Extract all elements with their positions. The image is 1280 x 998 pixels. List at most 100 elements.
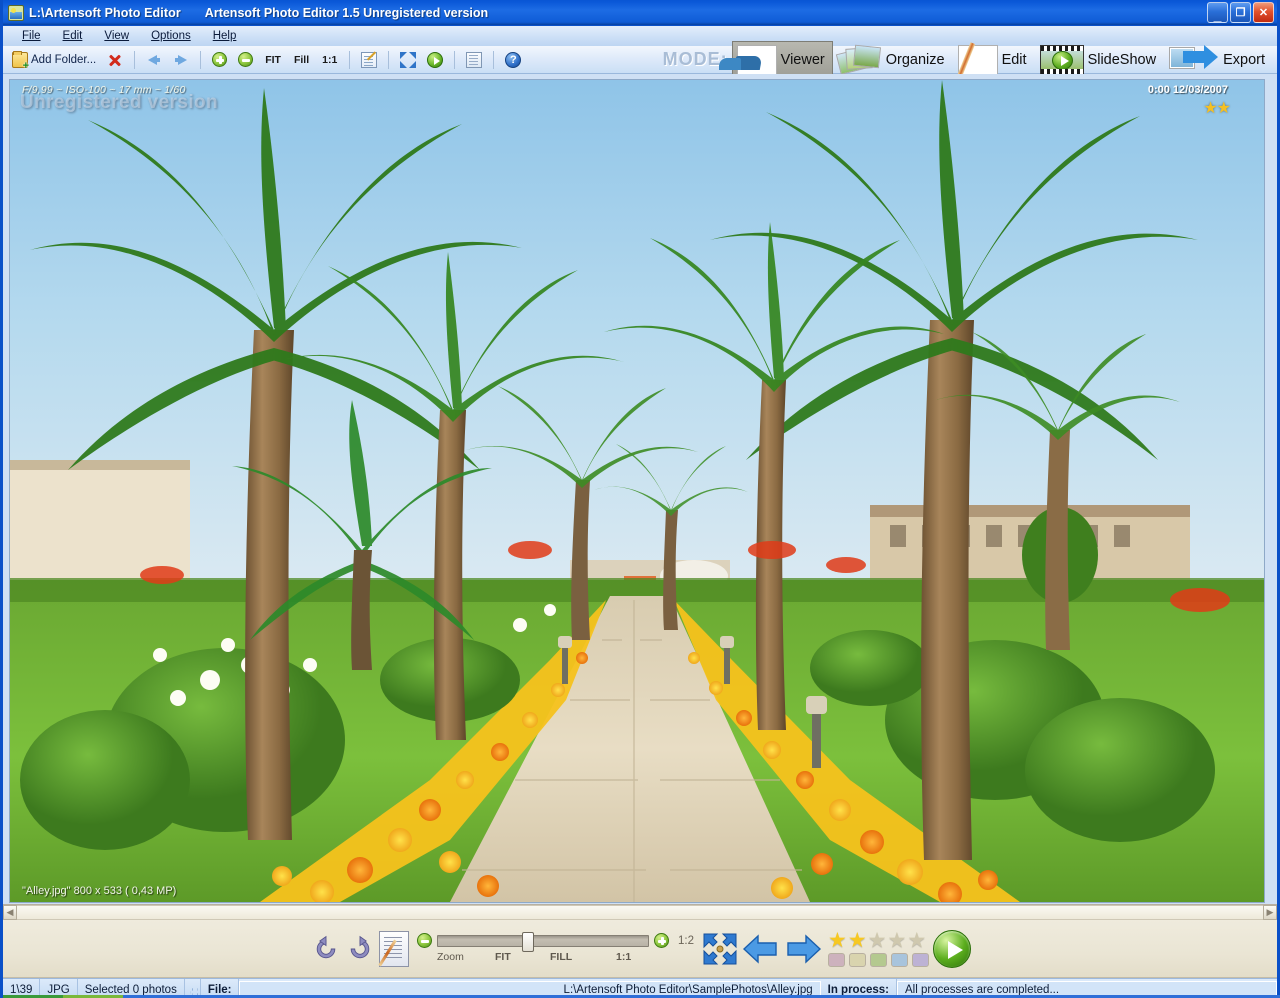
edit-document-button[interactable] (377, 929, 411, 969)
viewer-area: F/9,99 ~ ISO-100 ~ 17 mm ~ 1/60 Unregist… (3, 74, 1277, 904)
rating-and-labels: ★ ★ ★ ★ ★ (828, 930, 929, 967)
menu-item-edit[interactable]: Edit (52, 28, 94, 44)
fit-button[interactable]: FIT (260, 52, 286, 68)
rating-star-5[interactable]: ★ (907, 930, 926, 951)
mode-label: MODE: (662, 49, 728, 69)
rotate-counter-clockwise-button[interactable] (309, 932, 343, 966)
fill-label: Fill (293, 53, 310, 66)
zoom-in-button[interactable] (208, 50, 231, 69)
toolbar-separator (134, 50, 136, 69)
close-button[interactable]: ✕ (1253, 2, 1274, 23)
menu-item-view[interactable]: View (93, 28, 140, 44)
menu-item-options[interactable]: Options (140, 28, 202, 44)
color-label-5[interactable] (912, 953, 929, 967)
unregistered-watermark: Unregistered version (20, 92, 219, 113)
rating-star-4[interactable]: ★ (887, 930, 906, 951)
toolbar-separator (388, 50, 390, 69)
mode-switcher: MODE: Viewer Organize Edit SlideShow Exp… (662, 40, 1277, 79)
delete-red-x-icon (107, 52, 123, 68)
minimize-button[interactable]: _ (1207, 2, 1228, 23)
rotate-counter-clockwise-icon (316, 935, 336, 958)
zoom-in-plus-icon[interactable] (654, 933, 669, 948)
zoom-fill-label[interactable]: FILL (550, 951, 572, 963)
fullscreen-button[interactable] (396, 50, 420, 70)
rating-star-1[interactable]: ★ (828, 930, 847, 951)
back-button[interactable] (142, 50, 166, 70)
one-to-one-button[interactable]: 1:1 (317, 52, 342, 68)
arrow-right-icon (173, 52, 189, 68)
mode-button-slideshow[interactable]: SlideShow (1035, 41, 1165, 79)
toolbar-buttons: Add Folder... FIT Fill (3, 50, 525, 70)
scroll-left-icon[interactable]: ◀ (3, 905, 17, 920)
rating-overlay: ★★ (1203, 100, 1231, 117)
fullscreen-icon (400, 51, 417, 68)
bottom-toolbar: 1:2 Zoom FIT FILL 1:1 ★ ★ ★ ★ ★ (3, 920, 1277, 978)
zoom-control: 1:2 Zoom FIT FILL 1:1 (417, 931, 694, 964)
rating-star-3[interactable]: ★ (868, 930, 887, 951)
minimize-icon: _ (1213, 7, 1222, 23)
photo-caption: "Alley.jpg" 800 x 533 ( 0,43 MP) (22, 885, 177, 897)
restore-button[interactable]: ❐ (1230, 2, 1251, 23)
color-label-3[interactable] (870, 953, 887, 967)
fit-label: FIT (265, 53, 281, 66)
menu-item-file[interactable]: File (11, 28, 52, 44)
zoom-slider[interactable] (437, 931, 649, 952)
rotate-clockwise-button[interactable] (343, 932, 377, 966)
zoom-label: Zoom (437, 951, 464, 963)
title-bar: L:\Artensoft Photo Editor Artensoft Phot… (3, 0, 1277, 26)
toolbar-separator (493, 50, 495, 69)
mode-button-edit[interactable]: Edit (953, 41, 1035, 79)
rating-stars: ★ ★ ★ ★ ★ (828, 930, 929, 951)
mode-label-slideshow: SlideShow (1087, 51, 1157, 68)
zoom-out-minus-icon (238, 52, 254, 67)
notes-button[interactable] (357, 50, 381, 70)
next-photo-button[interactable] (782, 932, 824, 966)
color-label-swatches (828, 953, 929, 967)
color-label-2[interactable] (849, 953, 866, 967)
application-window: L:\Artensoft Photo Editor Artensoft Phot… (0, 0, 1280, 998)
restore-icon: ❐ (1235, 7, 1246, 19)
mode-label-edit: Edit (1001, 51, 1027, 68)
palm-tree-garden-alley-photo (10, 80, 1264, 902)
help-button[interactable] (501, 50, 525, 70)
organize-stack-icon (835, 44, 882, 76)
photo-canvas[interactable]: F/9,99 ~ ISO-100 ~ 17 mm ~ 1/60 Unregist… (9, 79, 1265, 903)
slideshow-play-button[interactable] (423, 50, 447, 70)
add-folder-button[interactable]: Add Folder... (8, 50, 100, 70)
mode-label-export: Export (1223, 51, 1265, 68)
toolbar-separator (454, 50, 456, 69)
mode-button-export[interactable]: Export (1164, 41, 1273, 79)
filmstrip-scrollbar[interactable]: ◀ ▶ (3, 904, 1277, 920)
zoom-out-minus-icon[interactable] (417, 933, 432, 948)
toolbar: Add Folder... FIT Fill (3, 40, 1277, 79)
mode-label-viewer: Viewer (780, 51, 825, 68)
delete-button[interactable] (103, 50, 127, 70)
zoom-fit-label[interactable]: FIT (495, 951, 511, 963)
viewer-thumb-icon (736, 44, 777, 75)
rating-star-2[interactable]: ★ (848, 930, 867, 951)
play-icon (427, 51, 444, 68)
mode-label-organize: Organize (885, 51, 945, 68)
color-label-4[interactable] (891, 953, 908, 967)
fullscreen-button-bottom[interactable] (700, 930, 740, 968)
zoom-slider-handle[interactable] (522, 931, 534, 952)
start-slideshow-button[interactable] (933, 929, 971, 968)
document-icon (466, 51, 483, 68)
menu-item-help[interactable]: Help (202, 28, 248, 44)
zoom-out-button[interactable] (234, 50, 257, 69)
edit-document-icon (379, 930, 409, 967)
color-label-1[interactable] (828, 953, 845, 967)
report-button[interactable] (462, 50, 486, 70)
date-overlay: 0:00 12/03/2007 (1147, 84, 1228, 96)
mode-button-organize[interactable]: Organize (833, 41, 953, 79)
toolbar-separator (349, 50, 351, 69)
zoom-one-to-one-label[interactable]: 1:1 (616, 951, 631, 963)
mode-button-viewer[interactable]: Viewer (731, 40, 833, 79)
scroll-right-icon[interactable]: ▶ (1263, 905, 1277, 920)
zoom-ratio-label: 1:2 (678, 934, 694, 947)
forward-button[interactable] (169, 50, 193, 70)
fill-button[interactable]: Fill (289, 52, 314, 68)
previous-photo-button[interactable] (740, 932, 782, 966)
filmstrip-track[interactable] (17, 905, 1263, 920)
zoom-in-plus-icon (212, 52, 228, 67)
